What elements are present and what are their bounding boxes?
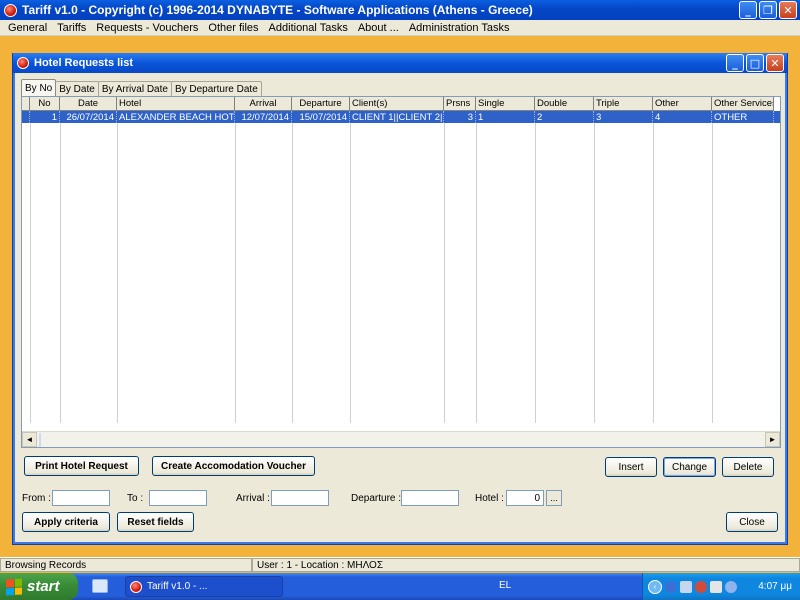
apply-criteria-button[interactable]: Apply criteria [22,512,110,532]
child-app-icon [17,57,29,69]
close-button[interactable]: Close [726,512,778,532]
table-row[interactable]: 1 26/07/2014 ALEXANDER BEACH HOTEL 12/07… [22,111,780,123]
show-desktop-icon[interactable] [92,579,108,593]
hotel-browse-button[interactable]: ... [546,490,562,506]
security-icon[interactable] [695,580,707,593]
menu-requests-vouchers[interactable]: Requests - Vouchers [91,22,203,34]
tab-strip: By No By Date By Arrival Date By Departu… [21,79,262,96]
from-label: From : [22,493,51,504]
close-window-button[interactable]: ✕ [779,1,797,19]
tray-expand-icon[interactable]: ‹ [648,579,662,594]
child-window-titlebar[interactable]: Hotel Requests list _ □ ✕ [13,53,787,73]
header-triple[interactable]: Triple [594,97,653,111]
menu-administration-tasks[interactable]: Administration Tasks [404,22,515,34]
menu-bar: General Tariffs Requests - Vouchers Othe… [0,20,800,36]
tab-by-arrival-date[interactable]: By Arrival Date [97,81,172,96]
arrival-field[interactable] [271,490,329,506]
cell-double: 2 [535,111,594,123]
reset-fields-button[interactable]: Reset fields [117,512,194,532]
language-indicator[interactable]: EL [499,580,511,591]
departure-label: Departure : [351,493,402,504]
print-hotel-request-button[interactable]: Print Hotel Request [24,456,139,476]
cell-other-services: OTHER [712,111,774,123]
header-other-services[interactable]: Other Services [712,97,774,111]
header-no[interactable]: No [30,97,60,111]
system-tray: EL ‹ 4:07 μμ [499,573,800,600]
taskbar: start Tariff v1.0 - ... EL ‹ 4:07 μμ [0,573,800,600]
minimize-button[interactable]: _ [739,1,757,19]
scroll-right-icon[interactable]: ► [765,432,780,447]
requests-grid[interactable]: No Date Hotel Arrival Departure Client(s… [21,96,781,448]
menu-other-files[interactable]: Other files [203,22,263,34]
child-window-title: Hotel Requests list [34,57,134,69]
from-field[interactable] [52,490,110,506]
cell-date: 26/07/2014 [60,111,117,123]
cell-departure: 15/07/2014 [292,111,350,123]
cell-single: 1 [476,111,535,123]
cell-triple: 3 [594,111,653,123]
header-arrival[interactable]: Arrival [235,97,292,111]
status-mode: Browsing Records [0,558,252,572]
horizontal-scrollbar[interactable]: ◄ ► [22,431,780,447]
header-other[interactable]: Other [653,97,712,111]
cell-arrival: 12/07/2014 [235,111,292,123]
cell-clients: CLIENT 1||CLIENT 2|| [352,111,444,123]
tab-by-departure-date[interactable]: By Departure Date [170,81,262,96]
windows-logo-icon [6,577,22,596]
volume-icon[interactable] [710,580,722,593]
header-clients[interactable]: Client(s) [350,97,444,111]
taskbar-item-label: Tariff v1.0 - ... [147,581,208,592]
row-indicator [22,111,30,123]
cell-no: 1 [30,111,60,123]
cell-other: 4 [653,111,712,123]
insert-button[interactable]: Insert [605,457,657,477]
status-bar: Browsing Records User : 1 - Location : Μ… [0,557,800,572]
create-voucher-button[interactable]: Create Accomodation Voucher [152,456,315,476]
start-label: start [27,578,60,595]
to-field[interactable] [149,490,207,506]
hotel-label: Hotel : [475,493,504,504]
scroll-thumb[interactable] [39,432,41,447]
start-button[interactable]: start [0,573,78,600]
taskbar-item-tariff[interactable]: Tariff v1.0 - ... [125,576,283,597]
taskbar-app-icon [130,580,142,593]
header-date[interactable]: Date [60,97,117,111]
header-prsns[interactable]: Prsns [444,97,476,111]
child-close-button[interactable]: ✕ [766,54,784,72]
app-icon [4,3,17,17]
menu-general[interactable]: General [3,22,52,34]
child-maximize-button[interactable]: □ [746,54,764,72]
main-window-title: Tariff v1.0 - Copyright (c) 1996-2014 DY… [22,3,533,17]
grid-column-lines [22,123,780,423]
tray-app-icon[interactable] [725,580,737,593]
change-button[interactable]: Change [663,457,716,477]
menu-tariffs[interactable]: Tariffs [52,22,91,34]
departure-field[interactable] [401,490,459,506]
header-hotel[interactable]: Hotel [117,97,235,111]
header-double[interactable]: Double [535,97,594,111]
tab-by-date[interactable]: By Date [55,81,99,96]
status-user-location: User : 1 - Location : ΜΗΛΟΣ [252,558,800,572]
scroll-left-icon[interactable]: ◄ [22,432,37,447]
maximize-button[interactable]: ❐ [759,1,777,19]
to-label: To : [127,493,144,504]
grid-header: No Date Hotel Arrival Departure Client(s… [22,97,780,111]
cell-hotel: ALEXANDER BEACH HOTEL [119,111,235,123]
menu-about[interactable]: About ... [353,22,404,34]
header-departure[interactable]: Departure [292,97,350,111]
header-single[interactable]: Single [476,97,535,111]
hotel-field[interactable]: 0 [506,490,544,506]
hotel-requests-window: Hotel Requests list _ □ ✕ By No By Date … [12,53,788,545]
menu-additional-tasks[interactable]: Additional Tasks [264,22,353,34]
bluetooth-icon[interactable] [665,580,677,593]
network-icon[interactable] [680,580,692,593]
delete-button[interactable]: Delete [722,457,774,477]
clock[interactable]: 4:07 μμ [758,581,792,592]
tab-by-no[interactable]: By No [21,79,57,96]
arrival-label: Arrival : [236,493,270,504]
header-indicator [22,97,30,111]
cell-prsns: 3 [444,111,476,123]
main-window-titlebar[interactable]: Tariff v1.0 - Copyright (c) 1996-2014 DY… [0,0,800,20]
child-minimize-button[interactable]: _ [726,54,744,72]
